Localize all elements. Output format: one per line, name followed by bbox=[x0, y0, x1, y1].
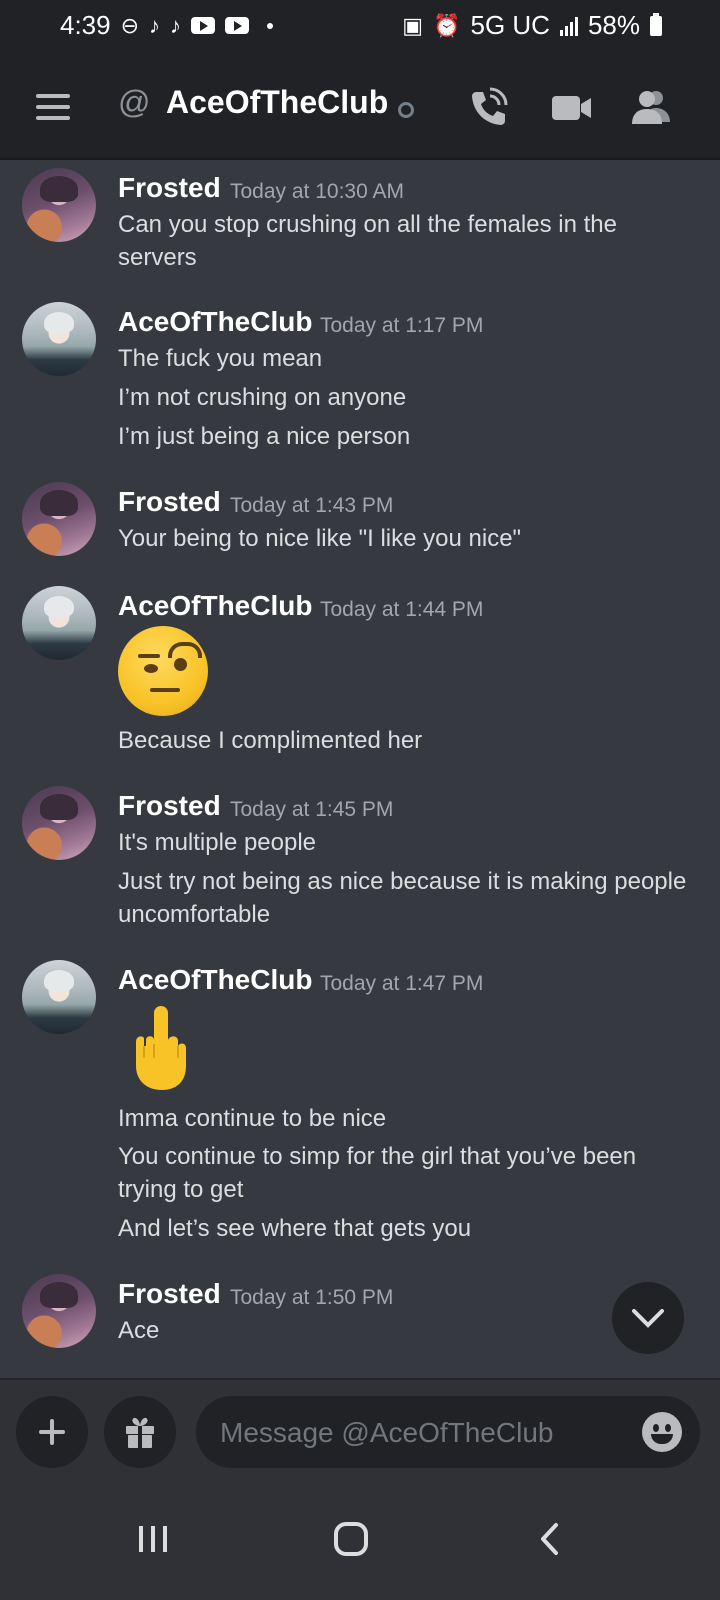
gift-icon bbox=[126, 1417, 154, 1448]
message-text: The fuck you mean bbox=[118, 345, 323, 372]
tiktok-icon: ♪ bbox=[170, 12, 182, 38]
channel-title[interactable]: AceOfTheClub bbox=[166, 84, 388, 121]
message-text: Your being to nice like "I like you nice… bbox=[118, 525, 522, 552]
dnd-icon: ⊖ bbox=[120, 12, 140, 38]
members-button[interactable] bbox=[630, 86, 674, 128]
home-icon bbox=[334, 1522, 368, 1556]
recent-apps-button[interactable] bbox=[118, 1508, 188, 1570]
alarm-icon: ⏰ bbox=[433, 12, 461, 38]
home-button[interactable] bbox=[316, 1508, 386, 1570]
message-author[interactable]: AceOfTheClub bbox=[118, 964, 312, 996]
avatar[interactable] bbox=[22, 1274, 96, 1348]
message-author[interactable]: Frosted bbox=[118, 486, 221, 518]
raised-eyebrow-emoji-icon bbox=[118, 626, 208, 716]
message-timestamp: Today at 1:17 PM bbox=[320, 314, 484, 337]
message-timestamp: Today at 1:47 PM bbox=[320, 972, 484, 995]
composer-bar bbox=[0, 1378, 720, 1480]
message-timestamp: Today at 1:44 PM bbox=[320, 598, 484, 621]
message-author[interactable]: Frosted bbox=[118, 790, 221, 822]
video-call-button[interactable] bbox=[550, 86, 594, 128]
message-text: It's multiple people bbox=[118, 829, 317, 856]
avatar[interactable] bbox=[22, 168, 96, 242]
network-label: 5G UC bbox=[470, 10, 550, 40]
message-timestamp: Today at 1:50 PM bbox=[230, 1286, 394, 1309]
chevron-down-icon bbox=[632, 1309, 664, 1328]
message-text: I’m not crushing on anyone bbox=[118, 384, 407, 411]
message-input-container bbox=[196, 1396, 700, 1468]
message-timestamp: Today at 10:30 AM bbox=[230, 180, 404, 203]
message-text: You continue to simp for the girl that y… bbox=[118, 1143, 637, 1203]
message-text: Imma continue to be nice bbox=[118, 1105, 387, 1132]
status-right: ▣ ⏰ 5G UC 58% bbox=[402, 10, 662, 41]
message-input[interactable] bbox=[218, 1410, 622, 1456]
channel-header: @ AceOfTheClub bbox=[0, 52, 720, 160]
back-icon bbox=[541, 1523, 558, 1555]
emoji-picker-icon[interactable] bbox=[642, 1412, 682, 1452]
avatar[interactable] bbox=[22, 586, 96, 660]
lock-icon: ▣ bbox=[402, 12, 424, 38]
system-nav-bar bbox=[0, 1478, 720, 1600]
jump-to-latest-button[interactable] bbox=[612, 1282, 684, 1354]
tiktok-icon: ♪ bbox=[149, 12, 161, 38]
at-icon: @ bbox=[118, 84, 151, 120]
message-author[interactable]: Frosted bbox=[118, 172, 221, 204]
battery-icon bbox=[650, 12, 662, 36]
middle-finger-emoji-icon bbox=[136, 1006, 186, 1090]
message-author[interactable]: Frosted bbox=[118, 1278, 221, 1310]
battery-label: 58% bbox=[587, 10, 640, 40]
message-text: Ace bbox=[118, 1317, 160, 1344]
video-camera-icon bbox=[552, 96, 591, 120]
signal-icon bbox=[559, 16, 578, 36]
message-text: Just try not being as nice because it is… bbox=[118, 868, 687, 928]
offline-status-icon bbox=[398, 102, 414, 118]
call-button[interactable] bbox=[466, 86, 510, 128]
message-text: Because I complimented her bbox=[118, 727, 423, 754]
more-notifications-icon bbox=[267, 22, 274, 29]
avatar[interactable] bbox=[22, 786, 96, 860]
youtube-icon bbox=[225, 17, 250, 34]
avatar[interactable] bbox=[22, 302, 96, 376]
back-button[interactable] bbox=[514, 1508, 584, 1570]
message-timestamp: Today at 1:45 PM bbox=[230, 798, 394, 821]
message-author[interactable]: AceOfTheClub bbox=[118, 306, 312, 338]
avatar[interactable] bbox=[22, 960, 96, 1034]
menu-icon[interactable] bbox=[36, 94, 70, 120]
recent-apps-icon bbox=[139, 1526, 167, 1552]
message-timestamp: Today at 1:43 PM bbox=[230, 494, 394, 517]
youtube-icon bbox=[191, 17, 216, 34]
plus-icon bbox=[39, 1419, 65, 1445]
add-attachment-button[interactable] bbox=[16, 1396, 88, 1468]
message-text: Can you stop crushing on all the females… bbox=[118, 211, 617, 271]
message-author[interactable]: AceOfTheClub bbox=[118, 590, 312, 622]
gift-button[interactable] bbox=[104, 1396, 176, 1468]
message-text: And let’s see where that gets you bbox=[118, 1215, 472, 1242]
status-time: 4:39 bbox=[60, 10, 111, 40]
status-left: 4:39 ⊖ ♪ ♪ bbox=[60, 10, 274, 41]
users-icon bbox=[632, 91, 670, 124]
status-bar: 4:39 ⊖ ♪ ♪ ▣ ⏰ 5G UC 58% bbox=[0, 0, 720, 52]
avatar[interactable] bbox=[22, 482, 96, 556]
message-text: I’m just being a nice person bbox=[118, 423, 411, 450]
phone-icon bbox=[472, 87, 508, 125]
message-list[interactable]: Frosted Today at 10:30 AM Can you stop c… bbox=[0, 160, 720, 1400]
